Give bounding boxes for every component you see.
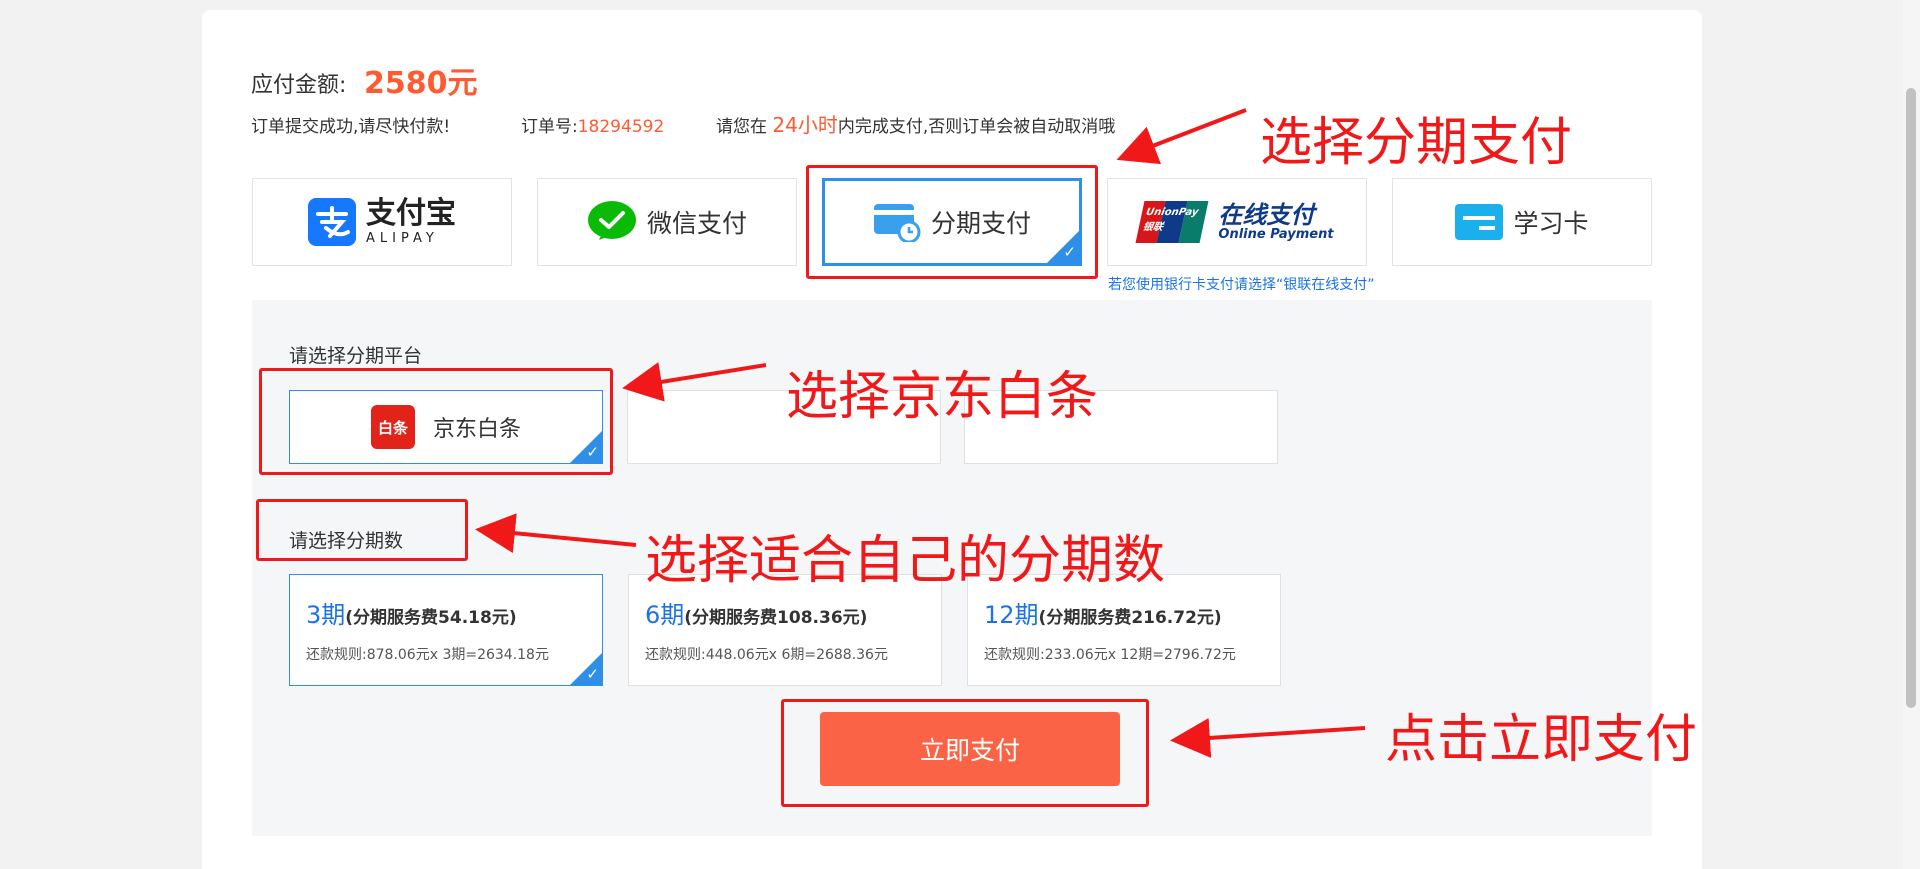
arrow-to-installment: [1116, 108, 1247, 165]
arrow-to-pay: [1170, 717, 1366, 758]
arrow-to-jd: [622, 362, 767, 402]
arrow-to-period: [475, 513, 637, 554]
annotation-arrows: [475, 108, 1366, 758]
